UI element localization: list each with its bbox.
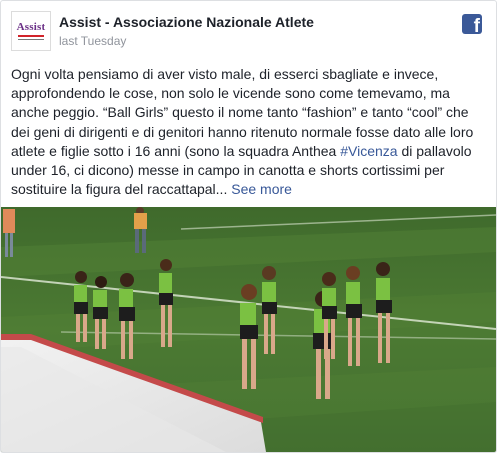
see-more-link[interactable]: See more <box>231 181 292 197</box>
avatar-logo-bar <box>18 35 44 37</box>
post-photo[interactable] <box>1 207 496 452</box>
hashtag-vicenza-link[interactable]: #Vicenza <box>340 143 397 159</box>
facebook-icon[interactable]: f <box>462 14 482 34</box>
facebook-post-card: Assist Assist - Associazione Nazionale A… <box>0 0 497 453</box>
page-name-link[interactable]: Assist - Associazione Nazionale Atlete <box>59 14 314 30</box>
post-timestamp[interactable]: last Tuesday <box>59 34 126 48</box>
post-header: Assist Assist - Associazione Nazionale A… <box>1 1 496 61</box>
avatar-logo-text: Assist <box>16 21 46 33</box>
avatar-logo-line <box>18 39 44 40</box>
page-avatar[interactable]: Assist <box>11 11 51 51</box>
post-text: Ogni volta pensiamo di aver visto male, … <box>11 65 489 199</box>
photo-illustration <box>1 207 496 452</box>
